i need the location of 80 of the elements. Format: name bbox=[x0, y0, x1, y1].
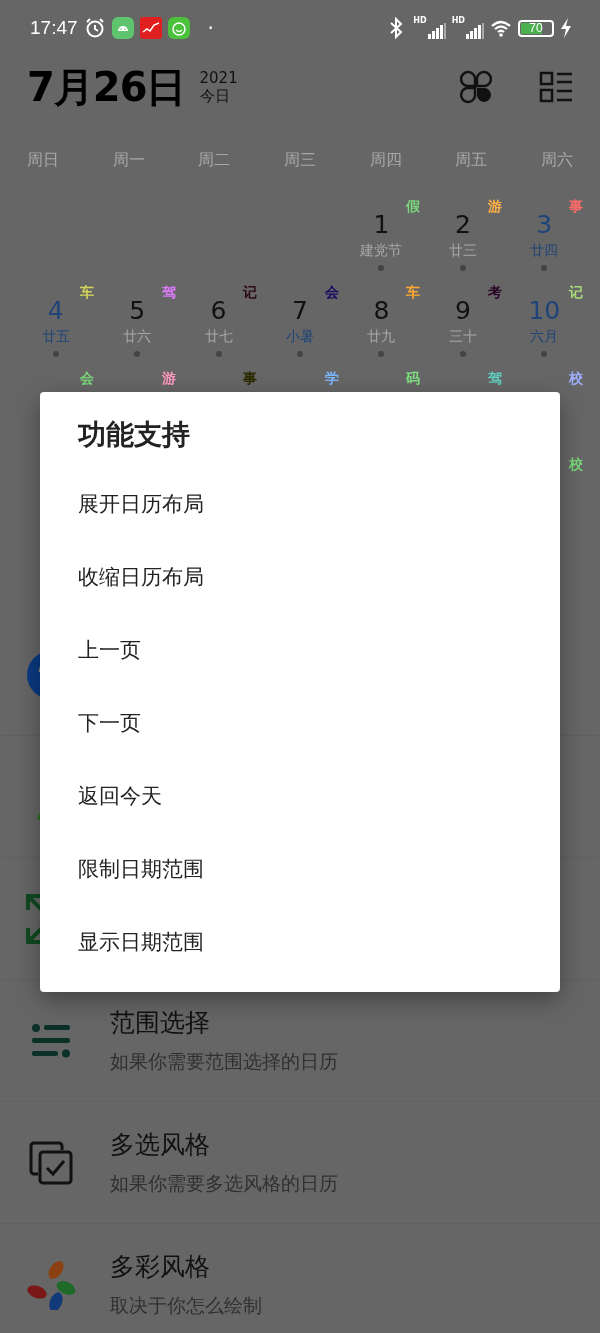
day-number[interactable]: 10 bbox=[528, 296, 561, 326]
menu-item[interactable]: 显示日期范围 bbox=[78, 905, 522, 978]
weekday-label: 周三 bbox=[283, 149, 317, 171]
weekday-label: 周四 bbox=[368, 149, 403, 171]
battery-indicator: 70 bbox=[518, 19, 554, 37]
day-number[interactable]: 6 bbox=[210, 296, 227, 326]
status-time: 17:47 bbox=[30, 17, 78, 39]
lunar-date: 廿九 bbox=[367, 327, 396, 346]
event-tag: 车 bbox=[406, 284, 421, 301]
weekday-label: 周五 bbox=[454, 149, 489, 171]
event-tag: 车 bbox=[80, 284, 95, 301]
event-dot bbox=[459, 265, 466, 271]
today-label: 今日 bbox=[199, 88, 231, 105]
stock-chart-icon bbox=[139, 17, 162, 39]
android-icon bbox=[111, 17, 134, 39]
day-number[interactable]: 3 bbox=[536, 210, 553, 240]
menu-item[interactable]: 展开日历布局 bbox=[78, 467, 522, 540]
weekday-label: 周日 bbox=[25, 149, 60, 171]
event-tag: 学 bbox=[324, 370, 339, 387]
day-number[interactable]: 1 bbox=[373, 210, 390, 240]
day-number[interactable]: 2 bbox=[454, 210, 471, 240]
event-tag: 码 bbox=[406, 370, 421, 387]
lunar-date: 廿四 bbox=[530, 241, 559, 260]
day-number[interactable]: 7 bbox=[292, 296, 308, 326]
lunar-date: 廿七 bbox=[204, 327, 233, 346]
event-tag: 事 bbox=[569, 198, 583, 215]
lunar-date: 廿六 bbox=[123, 327, 152, 346]
lunar-date: 建党节 bbox=[360, 241, 403, 260]
event-dot bbox=[134, 351, 141, 357]
lunar-date: 小暑 bbox=[286, 327, 314, 346]
signal-icon bbox=[466, 23, 484, 39]
event-dot bbox=[52, 351, 59, 357]
network-type-label: HD bbox=[413, 17, 427, 25]
day-number[interactable]: 4 bbox=[47, 296, 64, 326]
charging-icon bbox=[560, 18, 572, 38]
event-tag: 游 bbox=[161, 370, 176, 387]
event-dot bbox=[378, 265, 385, 271]
year-label: 2021 bbox=[199, 69, 238, 86]
smiley-icon bbox=[167, 17, 190, 39]
event-tag: 驾 bbox=[161, 284, 176, 301]
event-dot bbox=[378, 351, 385, 357]
event-tag: 记 bbox=[569, 284, 583, 301]
day-number[interactable]: 9 bbox=[454, 296, 471, 326]
list-layout-icon[interactable] bbox=[538, 69, 574, 105]
pinwheel-icon bbox=[26, 1259, 76, 1310]
event-tag: 记 bbox=[243, 284, 258, 301]
date-title: 7月26日 bbox=[27, 62, 186, 112]
event-dot bbox=[215, 351, 222, 357]
network-type-label: HD bbox=[451, 17, 465, 25]
weekday-label: 周六 bbox=[540, 149, 575, 171]
event-tag: 会 bbox=[324, 284, 339, 301]
lunar-date: 六月 bbox=[530, 327, 559, 346]
day-number[interactable]: 5 bbox=[129, 296, 146, 326]
menu-item[interactable]: 限制日期范围 bbox=[78, 832, 522, 905]
feature-title: 范围选择 bbox=[110, 1007, 211, 1038]
event-tag: 事 bbox=[243, 370, 258, 387]
clover-icon[interactable] bbox=[458, 69, 494, 105]
menu-item[interactable]: 上一页 bbox=[78, 613, 522, 686]
lunar-date: 廿五 bbox=[41, 327, 70, 346]
dialog-title: 功能支持 bbox=[78, 417, 191, 453]
event-dot bbox=[541, 351, 548, 357]
event-tag: 校 bbox=[569, 370, 583, 387]
event-tag: 驾 bbox=[487, 370, 502, 387]
menu-item[interactable]: 收缩日历布局 bbox=[78, 540, 522, 613]
event-tag: 考 bbox=[487, 284, 502, 301]
feature-title: 多彩风格 bbox=[110, 1251, 211, 1282]
event-dot bbox=[541, 265, 548, 271]
weekday-label: 周二 bbox=[197, 149, 232, 171]
menu-item[interactable]: 返回今天 bbox=[78, 759, 522, 832]
menu-item[interactable]: 下一页 bbox=[78, 686, 522, 759]
event-tag: 游 bbox=[487, 198, 502, 215]
event-dot bbox=[459, 351, 466, 357]
event-tag: 会 bbox=[80, 370, 95, 387]
event-tag: 校 bbox=[569, 456, 583, 473]
more-notifications-dot: · bbox=[207, 18, 214, 38]
event-tag: 假 bbox=[406, 198, 421, 215]
feature-title: 多选风格 bbox=[110, 1129, 211, 1160]
signal-icon bbox=[427, 23, 446, 39]
day-number[interactable]: 8 bbox=[373, 296, 390, 326]
event-dot bbox=[297, 351, 303, 357]
